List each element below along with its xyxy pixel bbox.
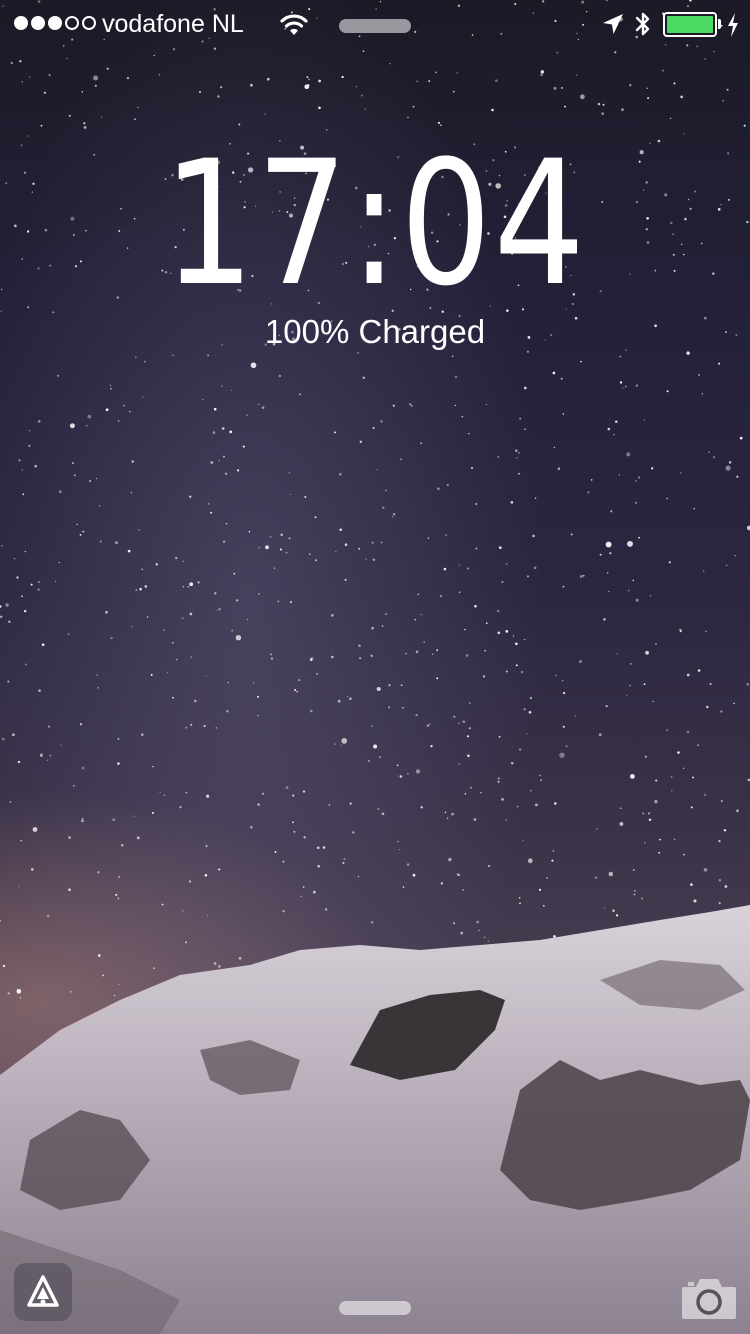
signal-dot	[48, 16, 62, 30]
lock-screen: vodafone NL 17:04 100% Charged	[0, 0, 750, 1334]
status-bar: vodafone NL	[0, 0, 750, 50]
charge-status: 100% Charged	[264, 313, 486, 350]
control-center-handle[interactable]	[339, 1301, 411, 1315]
signal-dot	[65, 16, 79, 30]
wifi-icon	[280, 14, 308, 35]
signal-dot	[14, 16, 28, 30]
clock-time: 17:04	[163, 123, 587, 324]
signal-strength-indicator	[14, 16, 96, 30]
carrier-name: vodafone NL	[102, 10, 244, 38]
signal-dot	[31, 16, 45, 30]
camera-icon[interactable]	[680, 1275, 738, 1321]
battery-level-fill	[667, 16, 713, 33]
lock-screen-clock: 17:04	[0, 138, 750, 310]
battery-tip	[718, 19, 721, 29]
charging-bolt-icon	[728, 13, 738, 37]
battery-indicator	[663, 12, 717, 37]
bell-icon	[27, 1275, 59, 1307]
notification-button[interactable]	[14, 1263, 72, 1321]
signal-dot	[82, 16, 96, 30]
bluetooth-icon	[635, 12, 650, 36]
location-arrow-icon	[603, 14, 623, 34]
notification-center-handle[interactable]	[339, 19, 411, 33]
